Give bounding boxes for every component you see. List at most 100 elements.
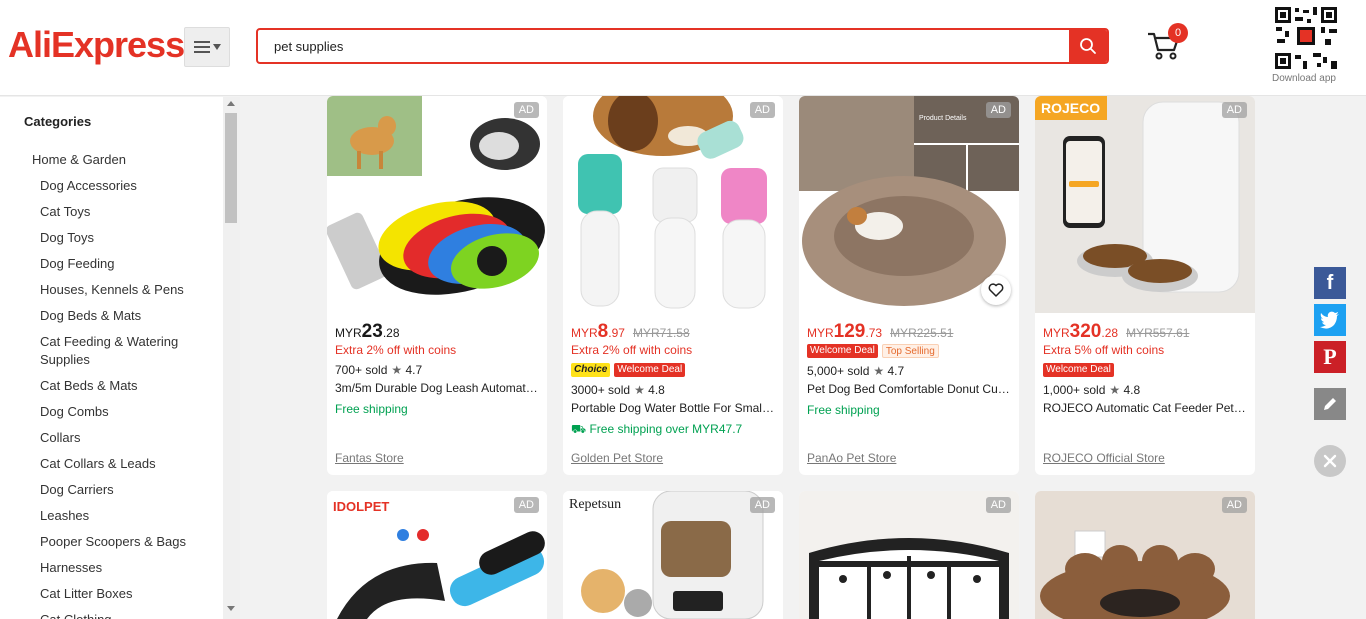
category-item[interactable]: Dog Feeding	[0, 251, 223, 277]
product-title[interactable]: 3m/5m Durable Dog Leash Automatic Retrac…	[327, 379, 547, 398]
ad-label: AD	[1221, 102, 1247, 118]
ad-label: AD	[985, 497, 1011, 513]
qr-code[interactable]	[1273, 5, 1339, 71]
shipping-info: ⛟ Free shipping over MYR47.7	[563, 418, 783, 439]
sidebar-scrollbar[interactable]	[223, 97, 240, 619]
category-list: Home & Garden Dog Accessories Cat Toys D…	[0, 147, 223, 619]
badges: Welcome Deal Top Selling	[799, 341, 1019, 361]
product-card[interactable]: AD MYR8.97 MYR71.58 Extra 2% off with coi…	[563, 96, 783, 475]
product-image[interactable]: IDOLPET AD	[327, 491, 547, 619]
wishlist-button[interactable]	[981, 275, 1011, 305]
scrollbar-thumb[interactable]	[225, 113, 237, 223]
price-decimal: .28	[382, 326, 400, 340]
category-item[interactable]: Cat Beds & Mats	[0, 373, 223, 399]
original-price: MYR225.51	[890, 326, 954, 340]
category-item[interactable]: Cat Clothing	[0, 607, 223, 619]
star-icon: ★	[391, 363, 403, 377]
category-item[interactable]: Dog Toys	[0, 225, 223, 251]
product-image[interactable]: ROJECO AD	[1035, 96, 1255, 313]
product-card[interactable]: Product Details AD MYR129.73 MYR225.51 We…	[799, 96, 1019, 475]
category-item[interactable]: Dog Carriers	[0, 477, 223, 503]
category-item[interactable]: Pooper Scoopers & Bags	[0, 529, 223, 555]
top-selling-badge: Top Selling	[881, 344, 939, 358]
rojeco-brand-label: ROJECO	[1041, 100, 1100, 116]
edit-button[interactable]	[1314, 388, 1346, 420]
scroll-down-arrow[interactable]	[227, 606, 235, 611]
store-link[interactable]: PanAo Pet Store	[807, 451, 896, 465]
sold-rating: 1,000+ sold ★ 4.8	[1035, 380, 1255, 399]
currency: MYR	[335, 326, 362, 340]
product-card[interactable]: IDOLPET AD	[327, 491, 547, 619]
product-card[interactable]: AD	[1035, 491, 1255, 619]
price-decimal: .73	[865, 326, 883, 340]
product-image[interactable]: Product Details AD	[799, 96, 1019, 313]
facebook-share-button[interactable]: f	[1314, 267, 1346, 299]
search-input[interactable]	[258, 30, 1069, 62]
product-title[interactable]: ROJECO Automatic Cat Feeder Pet Smart Fo…	[1035, 399, 1255, 418]
shipping-info: Free shipping	[335, 402, 408, 416]
category-item[interactable]: Home & Garden	[0, 147, 223, 173]
brand-label: Repetsun	[569, 497, 622, 512]
caret-down-icon	[212, 44, 221, 50]
twitter-icon	[1320, 311, 1339, 329]
search-bar	[256, 28, 1109, 64]
price: MYR23.28	[327, 313, 547, 342]
product-card[interactable]: ROJECO AD MYR320.28 MYR557.61 Extra 5% of…	[1035, 96, 1255, 475]
category-item[interactable]: Cat Toys	[0, 199, 223, 225]
badges: Welcome Deal	[1035, 360, 1255, 380]
product-image[interactable]: AD	[799, 491, 1019, 619]
welcome-deal-badge: Welcome Deal	[807, 344, 878, 358]
store-link[interactable]: Golden Pet Store	[571, 451, 663, 465]
category-item[interactable]: Collars	[0, 425, 223, 451]
category-item[interactable]: Houses, Kennels & Pens	[0, 277, 223, 303]
product-image[interactable]: AD	[1035, 491, 1255, 619]
ad-label: AD	[513, 497, 539, 513]
sold-count: 700+ sold	[335, 363, 388, 377]
sold-count: 1,000+ sold	[1043, 383, 1106, 397]
product-card[interactable]: AD	[799, 491, 1019, 619]
currency: MYR	[571, 326, 598, 340]
aliexpress-logo[interactable]: AliExpress™	[8, 24, 192, 66]
coins-discount: Extra 2% off with coins	[571, 343, 693, 357]
welcome-deal-badge: Welcome Deal	[614, 363, 686, 377]
cart-count-badge: 0	[1168, 23, 1188, 43]
product-card[interactable]: Repetsun AD	[563, 491, 783, 619]
ad-label: AD	[513, 102, 539, 118]
truck-icon: ⛟	[571, 422, 587, 436]
product-title[interactable]: Pet Dog Bed Comfortable Donut Cuddler Ro…	[799, 380, 1019, 399]
rating: 4.7	[405, 363, 423, 377]
product-image[interactable]: Repetsun AD	[563, 491, 783, 619]
product-image[interactable]: AD	[563, 96, 783, 313]
menu-icon	[193, 41, 210, 53]
rating: 4.7	[887, 364, 905, 378]
store-link[interactable]: Fantas Store	[335, 451, 404, 465]
category-item[interactable]: Cat Litter Boxes	[0, 581, 223, 607]
category-item[interactable]: Leashes	[0, 503, 223, 529]
category-item[interactable]: Harnesses	[0, 555, 223, 581]
price-integer: 320	[1069, 321, 1102, 342]
product-image[interactable]: AD	[327, 96, 547, 313]
price-integer: 23	[361, 321, 383, 342]
close-icon	[1323, 454, 1337, 468]
category-menu-button[interactable]	[184, 27, 230, 67]
price-decimal: .28	[1101, 326, 1119, 340]
close-share-button[interactable]	[1314, 445, 1346, 477]
category-item[interactable]: Dog Combs	[0, 399, 223, 425]
price: MYR320.28 MYR557.61	[1035, 313, 1255, 342]
search-button[interactable]	[1069, 30, 1107, 62]
category-item[interactable]: Dog Beds & Mats	[0, 303, 223, 329]
sold-count: 3000+ sold	[571, 383, 631, 397]
product-title[interactable]: Portable Dog Water Bottle For Small Larg…	[563, 399, 783, 418]
store-link[interactable]: ROJECO Official Store	[1043, 451, 1165, 465]
category-item[interactable]: Cat Feeding & Watering Supplies	[0, 329, 223, 373]
facebook-icon: f	[1326, 271, 1334, 294]
welcome-deal-badge: Welcome Deal	[1043, 363, 1114, 377]
original-price: MYR71.58	[632, 326, 690, 340]
original-price: MYR557.61	[1126, 326, 1190, 340]
twitter-share-button[interactable]	[1314, 304, 1346, 336]
scroll-up-arrow[interactable]	[227, 101, 235, 106]
pinterest-share-button[interactable]: P	[1314, 341, 1346, 373]
category-item[interactable]: Dog Accessories	[0, 173, 223, 199]
product-card[interactable]: AD MYR23.28 Extra 2% off with coins 700+…	[327, 96, 547, 475]
category-item[interactable]: Cat Collars & Leads	[0, 451, 223, 477]
